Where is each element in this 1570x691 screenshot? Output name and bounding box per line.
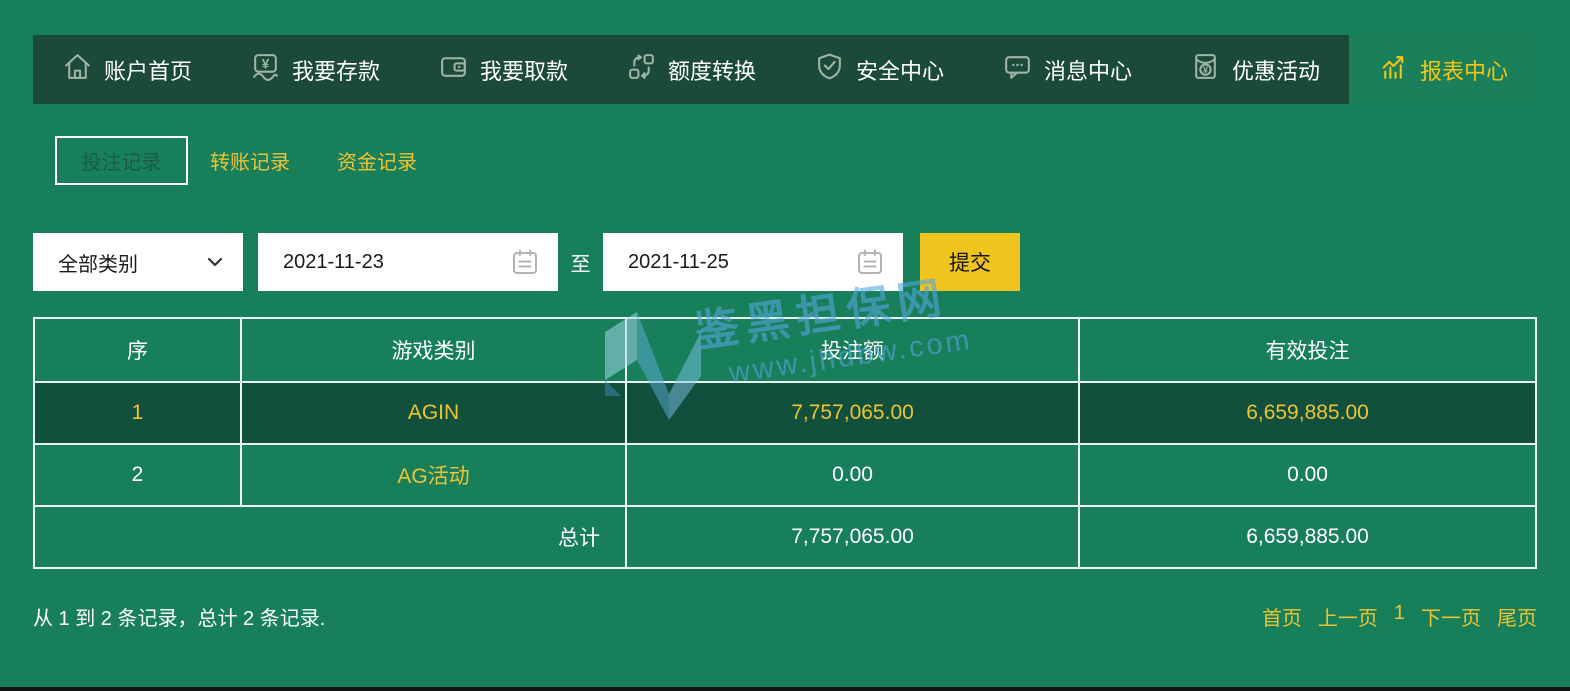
row1-bet-amount: 7,757,065.00 [627,383,1078,443]
table-footer: 从 1 到 2 条记录，总计 2 条记录. 首页 上一页 1 下一页 尾页 [33,602,1537,631]
row1-game-category-link[interactable]: AGIN [242,383,625,443]
nav-item-quota-transfer[interactable]: 额度转换 [597,35,785,104]
nav-item-label: 我要存款 [291,58,380,84]
nav-item-label: 安全中心 [855,58,944,84]
total-label: 总计 [35,507,625,567]
tab-transfer-records[interactable]: 转账记录 [210,146,290,175]
date-to-field[interactable]: 2021-11-25 [603,233,903,291]
col-header-bet-amount: 投注额 [627,319,1078,381]
nav-item-security-center[interactable]: 安全中心 [785,35,973,104]
nav-item-withdraw[interactable]: 我要取款 [409,35,597,104]
col-header-index: 序 [35,319,240,381]
row2-game-category-link[interactable]: AG活动 [242,445,625,505]
total-valid-bet: 6,659,885.00 [1080,507,1535,567]
nav-item-message-center[interactable]: 消息中心 [973,35,1161,104]
row1-index: 1 [35,383,240,443]
records-info: 从 1 到 2 条记录，总计 2 条记录. [33,608,326,630]
filter-bar: 全部类别 2021-11-23 至 2021-11-25 提交 [0,233,1570,291]
row2-valid-bet: 0.00 [1080,445,1535,505]
nav-item-promotions[interactable]: ¥ 优惠活动 [1161,35,1349,104]
chevron-down-icon [203,250,227,280]
svg-text:¥: ¥ [1203,65,1209,75]
pagination-next[interactable]: 下一页 [1421,602,1481,631]
tab-bet-records[interactable]: 投注记录 [55,136,188,185]
bet-records-table: 序 游戏类别 投注额 有效投注 1 AGIN 7,757,065.00 6,65… [33,317,1537,569]
report-chart-icon [1378,51,1409,88]
pagination: 首页 上一页 1 下一页 尾页 [1262,602,1537,631]
nav-item-account-home[interactable]: 账户首页 [33,35,221,104]
nav-item-report-center[interactable]: 报表中心 [1349,35,1537,104]
nav-item-label: 账户首页 [103,58,192,84]
home-icon [62,51,93,88]
category-select-value: 全部类别 [58,253,138,276]
message-bubble-icon [1002,51,1033,88]
nav-item-deposit[interactable]: ¥ 我要存款 [221,35,409,104]
top-nav: 账户首页 ¥ 我要存款 我要取款 额度转换 安全中心 消息中心 ¥ 优惠活动 报… [33,35,1537,104]
tab-fund-records[interactable]: 资金记录 [337,146,417,175]
nav-item-label: 优惠活动 [1231,58,1320,84]
window-bottom-edge [0,687,1570,691]
nav-item-label: 额度转换 [667,58,756,84]
pagination-last[interactable]: 尾页 [1497,602,1537,631]
date-to-value: 2021-11-25 [628,250,729,273]
date-range-to-label: 至 [570,253,591,276]
security-shield-icon [814,51,845,88]
record-tabs: 投注记录 转账记录 资金记录 [55,136,464,185]
category-select[interactable]: 全部类别 [33,233,243,291]
tab-label: 资金记录 [337,152,417,174]
submit-button[interactable]: 提交 [920,233,1020,291]
col-header-game-category: 游戏类别 [242,319,625,381]
pagination-prev[interactable]: 上一页 [1318,602,1378,631]
calendar-icon[interactable] [855,247,885,283]
total-bet-amount: 7,757,065.00 [627,507,1078,567]
row1-valid-bet: 6,659,885.00 [1080,383,1535,443]
withdraw-wallet-icon [438,51,469,88]
row2-bet-amount: 0.00 [627,445,1078,505]
row2-index: 2 [35,445,240,505]
tab-label: 转账记录 [210,152,290,174]
pagination-page-1[interactable]: 1 [1394,602,1405,631]
tab-label: 投注记录 [81,152,162,174]
col-header-valid-bet: 有效投注 [1080,319,1535,381]
date-from-value: 2021-11-23 [283,250,384,273]
pagination-first[interactable]: 首页 [1262,602,1302,631]
calendar-icon[interactable] [510,247,540,283]
deposit-icon: ¥ [250,51,281,88]
nav-item-label: 消息中心 [1043,58,1132,84]
quota-transfer-icon [626,51,657,88]
svg-text:¥: ¥ [262,57,270,72]
date-from-field[interactable]: 2021-11-23 [258,233,558,291]
nav-item-label: 我要取款 [479,58,568,84]
nav-item-label: 报表中心 [1419,58,1508,84]
promo-packet-icon: ¥ [1190,51,1221,88]
